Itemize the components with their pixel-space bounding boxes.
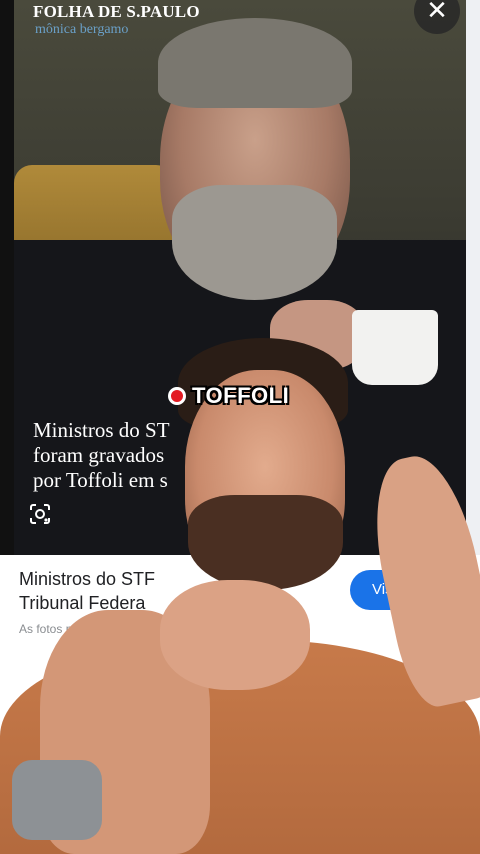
photo-headline: Ministros do ST foram gravados por Toffo… xyxy=(33,418,183,493)
presenter-beard xyxy=(188,495,343,590)
lens-icon[interactable] xyxy=(28,502,52,526)
newspaper-column: mônica bergamo xyxy=(35,22,129,37)
judge-beard xyxy=(172,185,337,300)
record-dot-icon xyxy=(168,387,186,405)
headline-line-3: por Toffoli em s xyxy=(33,468,168,492)
coffee-cup xyxy=(352,310,438,385)
headline-line-1: Ministros do ST xyxy=(33,418,170,442)
preview-right-edge xyxy=(466,0,480,555)
video-caption: TOFFOLI xyxy=(168,381,289,411)
headline-line-2: foram gravados xyxy=(33,443,165,467)
newspaper-brand: FOLHA DE S.PAULO xyxy=(33,2,200,21)
presenter-hand xyxy=(160,580,310,690)
caption-text: TOFFOLI xyxy=(192,383,290,408)
wristwatch xyxy=(12,760,102,840)
judge-hair xyxy=(158,18,352,108)
preview-left-edge xyxy=(0,0,14,555)
